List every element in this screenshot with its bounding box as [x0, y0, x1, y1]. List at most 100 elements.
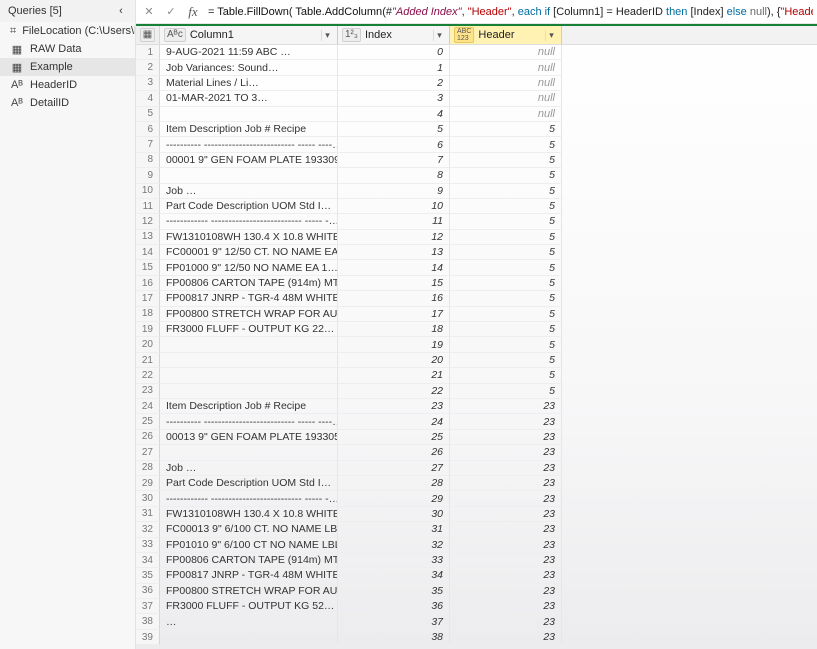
cell-header[interactable]: 23 [450, 445, 562, 460]
cell-header[interactable]: 23 [450, 630, 562, 645]
table-row[interactable]: 985 [136, 168, 817, 183]
table-row[interactable]: 28 Job …2723 [136, 461, 817, 476]
row-number[interactable]: 1 [136, 45, 160, 60]
table-row[interactable]: 31 FW1310108WH 130.4 X 10.8 WHITE KG …30… [136, 507, 817, 522]
query-item[interactable]: ▦RAW Data [0, 40, 135, 58]
collapse-sidebar-button[interactable]: ‹ [113, 3, 129, 19]
filter-dropdown-icon[interactable]: ▾ [321, 30, 333, 41]
table-row[interactable]: 20195 [136, 337, 817, 352]
cell-header[interactable]: 5 [450, 368, 562, 383]
query-item[interactable]: AᴮDetailID [0, 94, 135, 112]
row-number[interactable]: 34 [136, 553, 160, 568]
cell-column1[interactable]: Part Code Description UOM Std I… [160, 199, 338, 214]
table-row[interactable]: 30 ------------ ------------------------… [136, 491, 817, 506]
row-number[interactable]: 37 [136, 599, 160, 614]
row-number[interactable]: 17 [136, 291, 160, 306]
table-row[interactable]: 23225 [136, 384, 817, 399]
cell-header[interactable]: 23 [450, 399, 562, 414]
cell-header[interactable]: 5 [450, 291, 562, 306]
table-row[interactable]: 10 Job …95 [136, 184, 817, 199]
table-row[interactable]: 11 Part Code Description UOM Std I…105 [136, 199, 817, 214]
cell-column1[interactable]: Job … [160, 461, 338, 476]
row-number[interactable]: 31 [136, 507, 160, 522]
cell-column1[interactable] [160, 353, 338, 368]
cell-column1[interactable]: 00001 9" GEN FOAM PLATE 193309 000… [160, 153, 338, 168]
table-row[interactable]: 37 FR3000 FLUFF - OUTPUT KG 52…3623 [136, 599, 817, 614]
cell-column1[interactable] [160, 445, 338, 460]
table-row[interactable]: 24Item Description Job # Recipe2323 [136, 399, 817, 414]
row-number[interactable]: 39 [136, 630, 160, 645]
cell-index[interactable]: 37 [338, 614, 450, 629]
cell-index[interactable]: 15 [338, 276, 450, 291]
cell-header[interactable]: 5 [450, 122, 562, 137]
cell-header[interactable]: 5 [450, 214, 562, 229]
row-number[interactable]: 2 [136, 60, 160, 75]
cell-index[interactable]: 19 [338, 337, 450, 352]
table-row[interactable]: 800001 9" GEN FOAM PLATE 193309 000…75 [136, 153, 817, 168]
row-number[interactable]: 30 [136, 491, 160, 506]
cell-index[interactable]: 17 [338, 307, 450, 322]
cell-index[interactable]: 1 [338, 60, 450, 75]
cell-column1[interactable]: FP01000 9" 12/50 NO NAME EA 1… [160, 260, 338, 275]
cell-index[interactable]: 4 [338, 107, 450, 122]
row-number[interactable]: 15 [136, 260, 160, 275]
cell-index[interactable]: 8 [338, 168, 450, 183]
cell-index[interactable]: 6 [338, 137, 450, 152]
cell-index[interactable]: 10 [338, 199, 450, 214]
table-row[interactable]: 38 …3723 [136, 614, 817, 629]
cell-column1[interactable]: FC00013 9" 6/100 CT. NO NAME LBL EA … [160, 522, 338, 537]
table-row[interactable]: 22215 [136, 368, 817, 383]
table-row[interactable]: 7---------- -------------------------- -… [136, 137, 817, 152]
cell-index[interactable]: 13 [338, 245, 450, 260]
table-row[interactable]: 25---------- -------------------------- … [136, 414, 817, 429]
row-number[interactable]: 16 [136, 276, 160, 291]
row-number[interactable]: 21 [136, 353, 160, 368]
cell-header[interactable]: 5 [450, 153, 562, 168]
cell-header[interactable]: 23 [450, 414, 562, 429]
row-number[interactable]: 4 [136, 91, 160, 106]
cell-header[interactable]: 23 [450, 553, 562, 568]
cancel-formula-button[interactable]: ✕ [140, 3, 158, 21]
table-row[interactable]: 18 FP00800 STRETCH WRAP FOR AUTOMATI…175 [136, 307, 817, 322]
cell-header[interactable]: 5 [450, 245, 562, 260]
column-header-header[interactable]: ABC123 Header ▾ [450, 26, 562, 44]
cell-index[interactable]: 16 [338, 291, 450, 306]
cell-index[interactable]: 5 [338, 122, 450, 137]
table-row[interactable]: 272623 [136, 445, 817, 460]
table-row[interactable]: 12 ------------ ------------------------… [136, 214, 817, 229]
cell-index[interactable]: 34 [338, 568, 450, 583]
cell-column1[interactable]: ---------- -------------------------- --… [160, 137, 338, 152]
row-number[interactable]: 10 [136, 184, 160, 199]
table-row[interactable]: 33 FP01010 9" 6/100 CT NO NAME LBL EA …3… [136, 538, 817, 553]
cell-header[interactable]: 5 [450, 384, 562, 399]
cell-index[interactable]: 14 [338, 260, 450, 275]
table-row[interactable]: 19 FR3000 FLUFF - OUTPUT KG 22…185 [136, 322, 817, 337]
row-number[interactable]: 18 [136, 307, 160, 322]
row-number[interactable]: 24 [136, 399, 160, 414]
row-number[interactable]: 35 [136, 568, 160, 583]
cell-column1[interactable]: FR3000 FLUFF - OUTPUT KG 22… [160, 322, 338, 337]
table-row[interactable]: 16 FP00806 CARTON TAPE (914m) MTR …155 [136, 276, 817, 291]
row-number[interactable]: 13 [136, 230, 160, 245]
cell-header[interactable]: 5 [450, 276, 562, 291]
cell-column1[interactable]: Item Description Job # Recipe [160, 399, 338, 414]
row-number[interactable]: 33 [136, 538, 160, 553]
rownum-header[interactable]: ▦ [136, 26, 160, 44]
table-row[interactable]: 2 Job Variances: Sound…1null [136, 60, 817, 75]
cell-index[interactable]: 33 [338, 553, 450, 568]
row-number[interactable]: 26 [136, 430, 160, 445]
cell-header[interactable]: 23 [450, 584, 562, 599]
table-row[interactable]: 6Item Description Job # Recipe55 [136, 122, 817, 137]
cell-column1[interactable]: Material Lines / Li… [160, 76, 338, 91]
cell-column1[interactable] [160, 384, 338, 399]
cell-index[interactable]: 29 [338, 491, 450, 506]
cell-header[interactable]: 5 [450, 322, 562, 337]
cell-column1[interactable]: 00013 9" GEN FOAM PLATE 193305 000… [160, 430, 338, 445]
cell-header[interactable]: null [450, 91, 562, 106]
query-item[interactable]: ⌗FileLocation (C:\Users\lisde… [0, 22, 135, 40]
cell-column1[interactable] [160, 337, 338, 352]
cell-header[interactable]: 5 [450, 199, 562, 214]
cell-header[interactable]: 5 [450, 260, 562, 275]
cell-index[interactable]: 9 [338, 184, 450, 199]
row-number[interactable]: 36 [136, 584, 160, 599]
